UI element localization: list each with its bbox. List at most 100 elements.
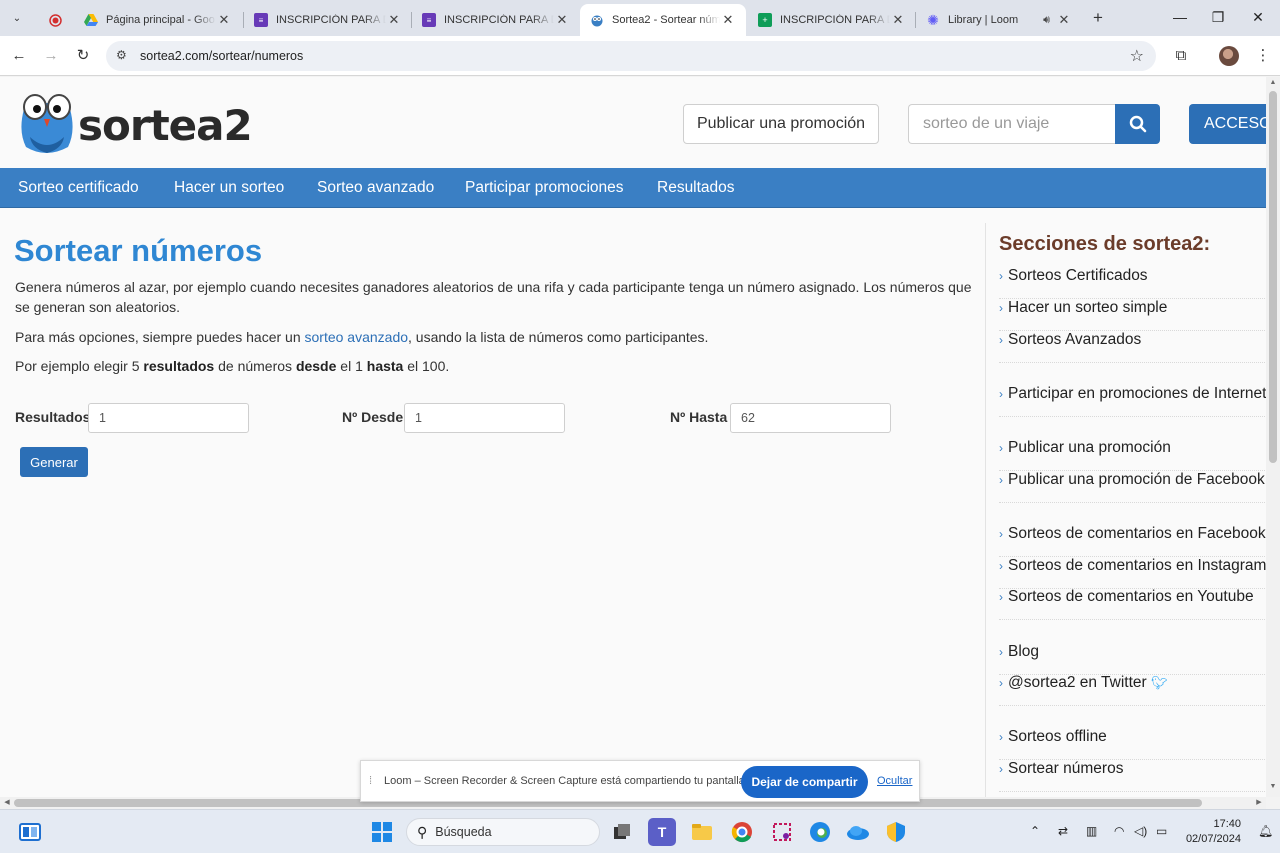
close-tab-icon[interactable]: ✕ <box>554 12 570 28</box>
tray-monitor-icon[interactable]: ▥ <box>1086 824 1097 838</box>
tab-loom-library[interactable]: ✺ Library | Loom 🔊︎ ✕ <box>916 4 1082 36</box>
windows-start-icon[interactable] <box>368 818 396 846</box>
widgets-icon[interactable] <box>16 818 44 846</box>
site-header: sortea2 Publicar una promoción sorteo de… <box>0 77 1266 168</box>
close-tab-icon[interactable]: ✕ <box>216 12 232 28</box>
tab-google-drive[interactable]: Página principal - Goo ✕ <box>74 4 242 36</box>
address-bar[interactable]: ⚙︎ sortea2.com/sortear/numeros ☆ <box>106 41 1156 71</box>
tab-form-2[interactable]: ≡ INSCRIPCIÓN PARA DI ✕ <box>412 4 580 36</box>
hide-link[interactable]: Ocultar <box>877 775 912 787</box>
sidebar-item-blog[interactable]: › Blog <box>999 643 1266 675</box>
chevron-up-icon[interactable]: ⌃ <box>1030 824 1040 838</box>
tab-search-chevron-icon[interactable]: ⌄ <box>6 7 28 29</box>
close-window-button[interactable]: ✕ <box>1238 6 1278 28</box>
minimize-button[interactable]: — <box>1160 6 1200 28</box>
stop-sharing-button[interactable]: Dejar de compartir <box>741 766 868 798</box>
chevron-right-icon: › <box>999 762 1003 776</box>
sidebar-item-sorteo-simple[interactable]: › Hacer un sorteo simple <box>999 299 1266 331</box>
google-forms-icon: ≡ <box>422 13 436 27</box>
close-tab-icon[interactable]: ✕ <box>386 12 402 28</box>
system-clock[interactable]: 17:40 02/07/2024 <box>1183 817 1241 847</box>
sidebar-item-comentarios-facebook[interactable]: › Sorteos de comentarios en Facebook <box>999 525 1266 557</box>
logo-text: sortea2 <box>78 101 253 150</box>
snipping-tool-icon[interactable] <box>768 818 796 846</box>
forward-icon[interactable]: → <box>40 45 62 67</box>
chrome-icon[interactable] <box>728 818 756 846</box>
results-input[interactable]: 1 <box>88 403 249 433</box>
file-explorer-icon[interactable] <box>688 818 716 846</box>
sidebar-item-sorteos-offline[interactable]: › Sorteos offline <box>999 728 1266 760</box>
nav-item-sorteo-certificado[interactable]: Sorteo certificado <box>18 168 139 208</box>
tab-sortea2[interactable]: Sortea2 - Sortear núm ✕ <box>580 4 746 36</box>
security-shield-icon[interactable] <box>882 818 910 846</box>
chevron-right-icon: › <box>999 730 1003 744</box>
sidebar-item-label: Sorteos de comentarios en Instagram <box>1008 557 1266 574</box>
scroll-left-icon[interactable]: ◀ <box>0 797 14 809</box>
sidebar-item-label: Sortear números <box>1008 760 1124 777</box>
close-tab-icon[interactable]: ✕ <box>1056 12 1072 28</box>
pinned-tab-recording[interactable] <box>40 4 70 36</box>
reload-icon[interactable]: ↻ <box>72 45 94 67</box>
site-info-icon[interactable]: ⚙︎ <box>116 48 127 62</box>
search-input[interactable]: sorteo de un viaje <box>908 104 1115 144</box>
battery-icon[interactable]: ▭ <box>1156 824 1167 838</box>
volume-icon[interactable]: ◁) <box>1134 824 1147 838</box>
scroll-down-icon[interactable]: ▼ <box>1266 783 1280 790</box>
publish-promotion-button[interactable]: Publicar una promoción <box>683 104 879 144</box>
scroll-up-icon[interactable]: ▲ <box>1266 79 1280 86</box>
search-button[interactable] <box>1115 104 1160 144</box>
restore-button[interactable]: ❐ <box>1198 6 1238 28</box>
tab-form-1[interactable]: ≡ INSCRIPCIÓN PARA DI ✕ <box>244 4 412 36</box>
sidebar-item-publicar-facebook[interactable]: › Publicar una promoción de Facebook <box>999 471 1266 503</box>
url-text[interactable]: sortea2.com/sortear/numeros <box>140 49 303 63</box>
vertical-scroll-thumb[interactable] <box>1269 91 1277 463</box>
sidebar-item-publicar-promocion[interactable]: › Publicar una promoción <box>999 439 1266 471</box>
tab-sheet[interactable]: + INSCRIPCIÓN PARA DI ✕ <box>748 4 916 36</box>
sidebar-item-twitter[interactable]: › @sortea2 en Twitter 🐦︎ <box>999 674 1266 706</box>
bookmark-star-icon[interactable]: ☆ <box>1130 46 1144 66</box>
sidebar-item-sorteos-certificados[interactable]: › Sorteos Certificados <box>999 267 1266 299</box>
drag-handle-icon[interactable]: ⁞ <box>369 775 372 787</box>
nav-item-sorteo-avanzado[interactable]: Sorteo avanzado <box>317 168 434 208</box>
notifications-bell-icon[interactable]: 🔔︎ <box>1258 824 1273 838</box>
sidebar-item-label: @sortea2 en Twitter <box>1008 674 1147 691</box>
sidebar-item-label: Sorteos Avanzados <box>1008 331 1142 348</box>
wifi-icon[interactable]: ◠ <box>1114 824 1124 838</box>
access-button[interactable]: ACCESO <box>1189 104 1266 144</box>
sidebar-item-participar-promociones[interactable]: › Participar en promociones de Internet <box>999 385 1266 417</box>
back-icon[interactable]: ← <box>8 45 30 67</box>
sidebar-item-sortear-numeros[interactable]: › Sortear números <box>999 760 1266 792</box>
nav-item-resultados[interactable]: Resultados <box>657 168 735 208</box>
close-tab-icon[interactable]: ✕ <box>720 12 736 28</box>
example-bold: resultados <box>143 358 215 374</box>
sidebar-item-comentarios-instagram[interactable]: › Sorteos de comentarios en Instagram <box>999 557 1266 589</box>
sidebar-item-sorteos-avanzados[interactable]: › Sorteos Avanzados <box>999 331 1266 363</box>
tray-app-icon[interactable]: ⇄ <box>1058 824 1068 838</box>
search-icon: ⚲ <box>417 823 428 840</box>
intro-paragraph: Genera números al azar, por ejemplo cuan… <box>15 279 972 315</box>
teams-icon[interactable]: T <box>648 818 676 846</box>
from-input[interactable]: 1 <box>404 403 565 433</box>
nav-item-hacer-sorteo[interactable]: Hacer un sorteo <box>174 168 284 208</box>
menu-icon[interactable]: ⋮ <box>1252 45 1274 67</box>
tab-title: INSCRIPCIÓN PARA DI <box>780 14 890 26</box>
taskbar-search[interactable]: ⚲ Búsqueda <box>406 818 600 846</box>
to-input[interactable]: 62 <box>730 403 891 433</box>
nav-item-participar-promociones[interactable]: Participar promociones <box>465 168 624 208</box>
task-view-icon[interactable] <box>608 818 636 846</box>
vertical-scrollbar[interactable]: ▲ ▼ <box>1266 77 1280 797</box>
onedrive-icon[interactable] <box>844 818 872 846</box>
close-tab-icon[interactable]: ✕ <box>890 12 906 28</box>
sidebar-item-comentarios-youtube[interactable]: › Sorteos de comentarios en Youtube <box>999 588 1266 620</box>
tab-title: Sortea2 - Sortear núm <box>612 14 720 26</box>
extensions-icon[interactable]: ⧉ <box>1170 45 1192 67</box>
generate-button[interactable]: Generar <box>20 447 88 477</box>
sortea2-logo[interactable]: sortea2 <box>16 91 253 157</box>
tab-title: Página principal - Goo <box>106 14 215 26</box>
new-tab-button[interactable]: + <box>1088 8 1108 28</box>
advanced-draw-link[interactable]: sorteo avanzado <box>305 329 409 345</box>
edge-icon[interactable] <box>806 818 834 846</box>
speaker-icon[interactable]: 🔊︎ <box>1043 14 1050 27</box>
scroll-right-icon[interactable]: ▶ <box>1252 797 1266 809</box>
profile-avatar[interactable] <box>1219 46 1239 66</box>
